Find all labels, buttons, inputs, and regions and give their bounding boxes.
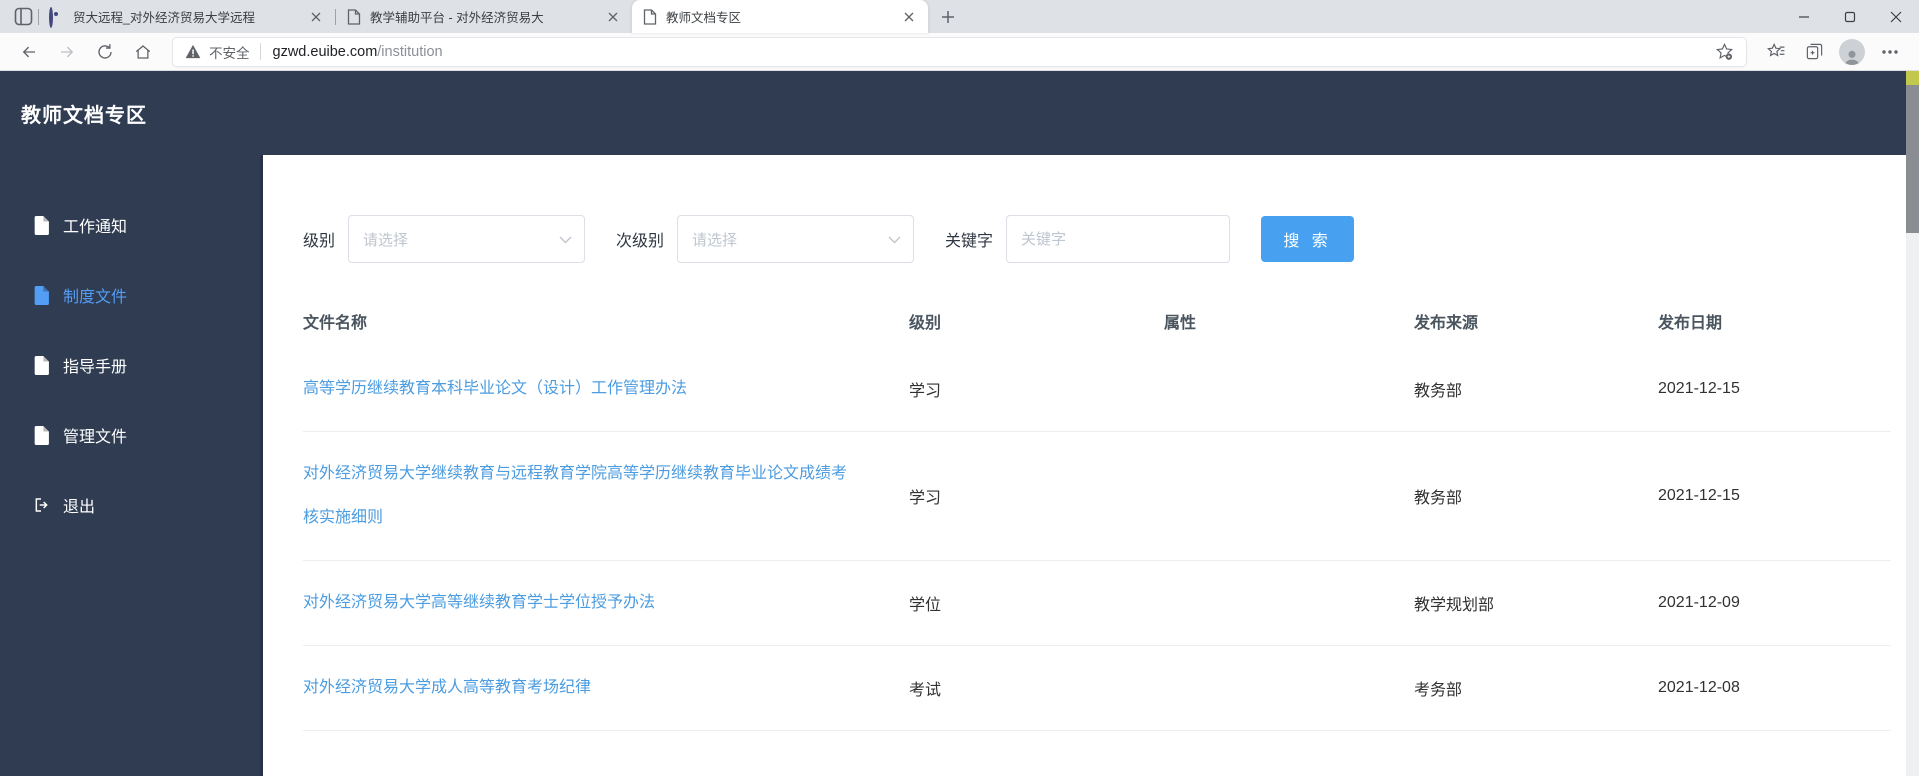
sidebar: 工作通知 制度文件 指导手册 管理文件 退出	[0, 155, 260, 776]
document-icon	[33, 355, 49, 375]
sublevel-filter-label: 次级别	[616, 233, 665, 250]
column-header-name: 文件名称	[303, 315, 368, 332]
page-favicon	[346, 8, 362, 25]
keyword-filter-label: 关键字	[945, 233, 994, 250]
sidebar-item[interactable]: 指导手册	[0, 330, 260, 400]
document-link[interactable]: 对外经济贸易大学高等继续教育学士学位授予办法	[303, 581, 655, 625]
sidebar-item[interactable]: 工作通知	[0, 190, 260, 260]
refresh-icon[interactable]	[86, 36, 124, 68]
column-header-level: 级别	[909, 315, 942, 332]
table-row: 对外经济贸易大学继续教育与远程教育学院高等学历继续教育毕业论文成绩考核实施细则 …	[303, 432, 1891, 561]
settings-menu-icon[interactable]	[1871, 36, 1909, 68]
browser-toolbar: 不安全 gzwd.euibe.com /institution	[0, 33, 1919, 71]
scrollbar-marker	[1906, 71, 1919, 85]
sidebar-item-label: 制度文件	[63, 289, 128, 306]
sidebar-item-label: 指导手册	[63, 359, 128, 376]
tab-1[interactable]: 贸大远程_对外经济贸易大学远程	[39, 0, 335, 33]
document-link[interactable]: 高等学历继续教育本科毕业论文（设计）工作管理办法	[303, 367, 687, 411]
logout-icon	[33, 496, 49, 515]
sidebar-logout[interactable]: 退出	[0, 470, 260, 540]
sublevel-select[interactable]: 请选择	[677, 215, 915, 263]
date-cell: 2021-12-15	[1658, 380, 1740, 397]
close-tab-icon[interactable]	[900, 8, 918, 26]
page-favicon	[642, 8, 658, 25]
table-header-row: 文件名称 级别 属性 发布来源 发布日期	[303, 295, 1891, 347]
date-cell: 2021-12-09	[1658, 594, 1740, 611]
document-link[interactable]: 对外经济贸易大学成人高等教育考场纪律	[303, 666, 591, 710]
favorites-hub-icon[interactable]	[1757, 36, 1795, 68]
sidebar-item[interactable]: 管理文件	[0, 400, 260, 470]
scrollbar-thumb[interactable]	[1906, 85, 1919, 233]
main-content: 级别 请选择 次级别 请选择 关键字 搜 索	[260, 155, 1919, 776]
tab-3-active[interactable]: 教师文档专区	[632, 0, 928, 33]
tab-actions-menu-icon[interactable]	[8, 0, 38, 33]
maximize-icon[interactable]	[1827, 0, 1873, 33]
level-cell: 学习	[909, 490, 942, 507]
column-header-attr: 属性	[1164, 315, 1197, 332]
sidebar-item-label: 管理文件	[63, 429, 128, 446]
university-seal-favicon	[49, 6, 65, 28]
url-path: /institution	[377, 43, 443, 60]
table-row: 高等学历继续教育本科毕业论文（设计）工作管理办法 学习 教务部 2021-12-…	[303, 347, 1891, 432]
window-controls	[1781, 0, 1919, 33]
documents-table: 文件名称 级别 属性 发布来源 发布日期 高等学历继续教育本科毕业论文（设计）工…	[303, 295, 1891, 731]
date-cell: 2021-12-08	[1658, 679, 1740, 696]
sidebar-item-label: 工作通知	[63, 219, 128, 236]
keyword-input[interactable]	[1006, 215, 1231, 263]
home-icon[interactable]	[124, 36, 162, 68]
date-cell: 2021-12-15	[1658, 487, 1740, 504]
source-cell: 考务部	[1414, 682, 1463, 699]
document-icon	[33, 285, 49, 305]
close-tab-icon[interactable]	[307, 8, 325, 26]
sidebar-item[interactable]: 制度文件	[0, 260, 260, 330]
close-window-icon[interactable]	[1873, 0, 1919, 33]
search-button[interactable]: 搜 索	[1261, 216, 1355, 262]
sublevel-select-placeholder: 请选择	[692, 231, 738, 249]
address-bar[interactable]: 不安全 gzwd.euibe.com /institution	[172, 36, 1747, 67]
tab-title: 贸大远程_对外经济贸易大学远程	[73, 11, 255, 25]
page-title: 教师文档专区	[21, 104, 147, 127]
minimize-icon[interactable]	[1781, 0, 1827, 33]
tab-title: 教师文档专区	[666, 11, 742, 25]
address-divider	[259, 43, 261, 60]
add-favorite-star-icon[interactable]	[1715, 42, 1734, 61]
level-cell: 学习	[909, 383, 942, 400]
level-select-placeholder: 请选择	[363, 231, 409, 249]
web-page: 教师文档专区 工作通知 制度文件 指导手册 管理文件 退出 级别 请选择 次级别…	[0, 71, 1919, 776]
source-cell: 教务部	[1414, 490, 1463, 507]
page-header: 教师文档专区	[0, 71, 1919, 155]
document-icon	[33, 215, 49, 235]
document-icon	[33, 425, 49, 445]
tab-2[interactable]: 教学辅助平台 - 对外经济贸易大	[336, 0, 632, 33]
document-link[interactable]: 对外经济贸易大学继续教育与远程教育学院高等学历继续教育毕业论文成绩考核实施细则	[303, 452, 853, 540]
chevron-down-icon	[559, 236, 572, 244]
not-secure-warning-icon	[185, 44, 201, 59]
browser-tab-strip: 贸大远程_对外经济贸易大学远程 教学辅助平台 - 对外经济贸易大 教师文档专区	[0, 0, 1919, 33]
table-row: 对外经济贸易大学成人高等教育考场纪律 考试 考务部 2021-12-08	[303, 646, 1891, 731]
level-select[interactable]: 请选择	[348, 215, 586, 263]
chevron-down-icon	[888, 236, 901, 244]
table-body: 高等学历继续教育本科毕业论文（设计）工作管理办法 学习 教务部 2021-12-…	[303, 347, 1891, 731]
level-cell: 考试	[909, 682, 942, 699]
back-icon[interactable]	[10, 36, 48, 68]
profile-avatar[interactable]	[1833, 36, 1871, 68]
source-cell: 教学规划部	[1414, 597, 1495, 614]
collections-icon[interactable]	[1795, 36, 1833, 68]
security-label: 不安全	[209, 45, 250, 61]
source-cell: 教务部	[1414, 383, 1463, 400]
column-header-date: 发布日期	[1658, 315, 1723, 332]
url-host: gzwd.euibe.com	[272, 43, 378, 60]
level-cell: 学位	[909, 597, 942, 614]
tab-title: 教学辅助平台 - 对外经济贸易大	[370, 11, 544, 25]
level-filter-label: 级别	[303, 233, 336, 250]
table-row: 对外经济贸易大学高等继续教育学士学位授予办法 学位 教学规划部 2021-12-…	[303, 561, 1891, 646]
filter-bar: 级别 请选择 次级别 请选择 关键字 搜 索	[303, 215, 1891, 263]
close-tab-icon[interactable]	[604, 8, 622, 26]
page-scrollbar[interactable]	[1906, 71, 1919, 776]
forward-icon[interactable]	[48, 36, 86, 68]
new-tab-icon[interactable]	[934, 3, 962, 31]
column-header-source: 发布来源	[1414, 315, 1479, 332]
sidebar-item-label: 退出	[63, 499, 96, 516]
